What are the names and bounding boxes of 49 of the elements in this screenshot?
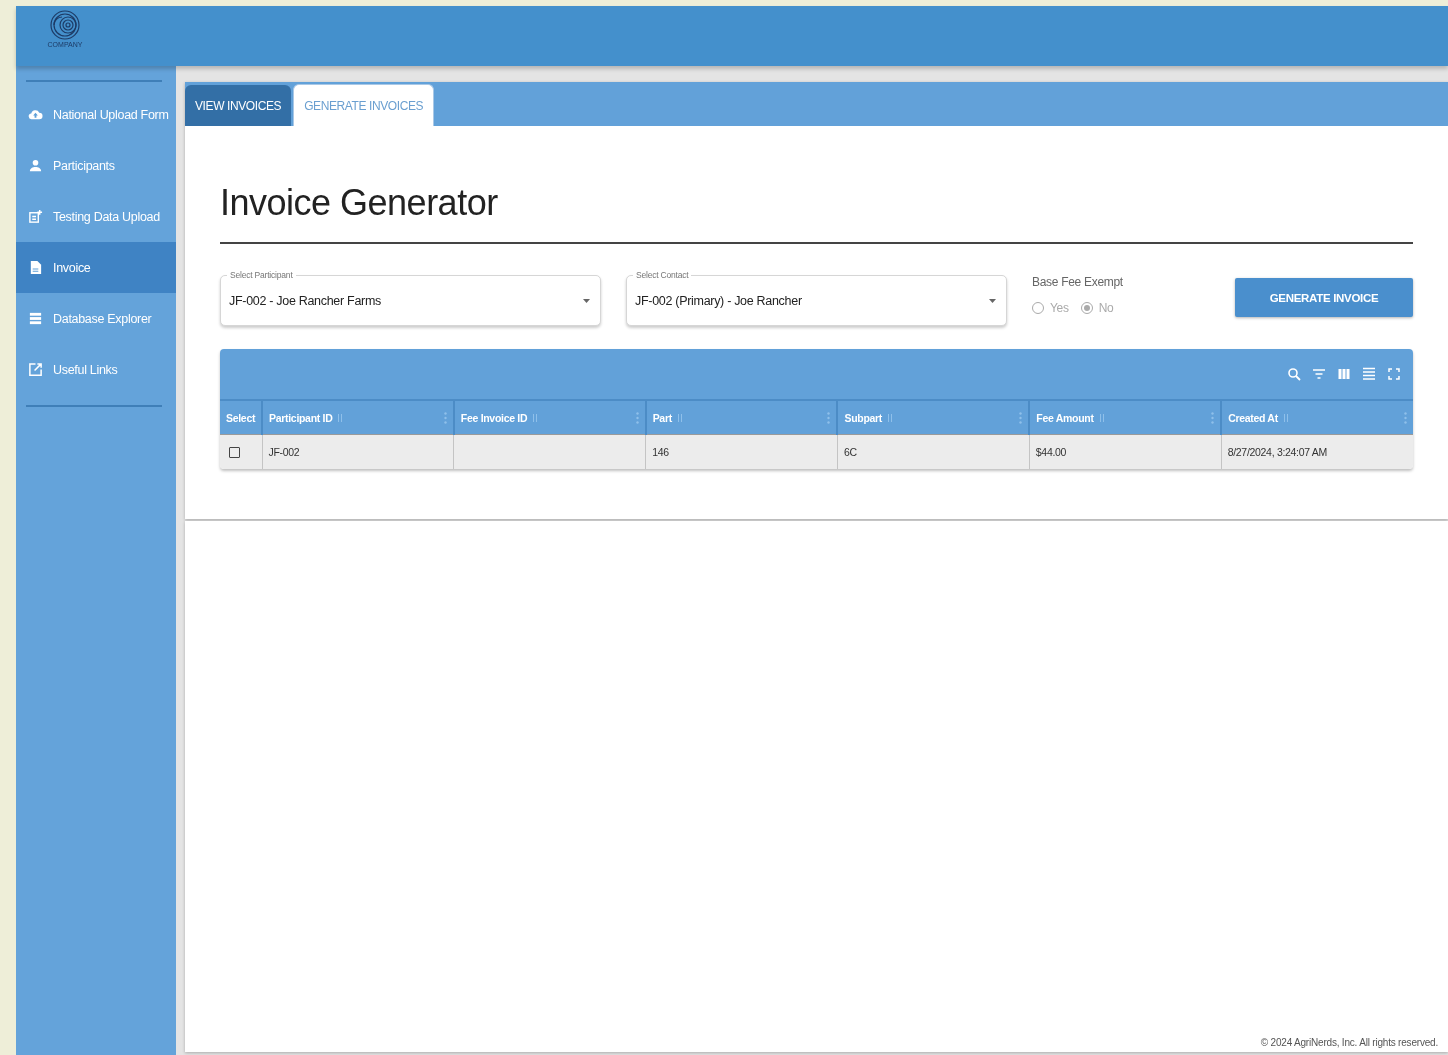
sort-icon[interactable]: [1098, 412, 1105, 423]
nav-icon: [28, 311, 43, 326]
logo-icon: [50, 10, 80, 40]
sort-icon[interactable]: [676, 412, 683, 423]
field-label: Base Fee Exempt: [1032, 275, 1124, 289]
sidebar-item[interactable]: Invoice: [16, 242, 176, 293]
radio-label: Yes: [1050, 301, 1069, 315]
caret-icon: [583, 298, 590, 303]
tab[interactable]: VIEW INVOICES: [185, 85, 292, 126]
sort-icon[interactable]: [337, 412, 344, 423]
nav-icon: [28, 260, 43, 275]
nav-icon: [28, 158, 43, 173]
tab[interactable]: GENERATE INVOICES: [293, 84, 435, 126]
sort-icon[interactable]: [1282, 412, 1289, 423]
search-icon[interactable]: [1287, 367, 1301, 381]
column-header[interactable]: Select: [220, 400, 262, 435]
page-title: Invoice Generator: [220, 182, 1413, 244]
sort-icon[interactable]: [532, 412, 539, 423]
field-label: Select Contact: [633, 270, 692, 280]
sidebar-item[interactable]: National Upload Form: [16, 89, 176, 140]
generate-invoice-button[interactable]: GENERATE INVOICE: [1235, 278, 1413, 317]
column-header[interactable]: Created At: [1228, 411, 1278, 424]
nav-icon: [28, 107, 43, 122]
column-header[interactable]: Subpart: [844, 411, 883, 424]
table-cell: 8/27/2024, 3:24:07 AM: [1221, 434, 1413, 469]
table-cell: 6C: [837, 434, 1030, 469]
filter-icon[interactable]: [1312, 367, 1326, 381]
caret-icon: [989, 298, 996, 303]
fullscreen-icon[interactable]: [1387, 367, 1401, 381]
sidebar-item[interactable]: Testing Data Upload: [16, 191, 176, 242]
column-header[interactable]: Fee Invoice ID: [460, 411, 528, 424]
field-label: Select Participant: [227, 270, 296, 280]
copyright-text: © 2024 AgriNerds, Inc. All rights reserved.: [1260, 1037, 1438, 1048]
sidebar-item[interactable]: Participants: [16, 140, 176, 191]
sidebar-item[interactable]: Useful Links: [16, 344, 176, 395]
row-checkbox[interactable]: [229, 446, 240, 458]
sort-icon[interactable]: [887, 412, 894, 423]
column-header[interactable]: Fee Amount: [1036, 411, 1094, 424]
density-icon[interactable]: [1362, 367, 1376, 381]
table-cell: JF-002: [262, 434, 454, 469]
nav-icon: [28, 209, 43, 224]
column-header[interactable]: Participant ID: [269, 411, 333, 424]
columns-icon[interactable]: [1337, 367, 1351, 381]
radio-label: No: [1098, 301, 1114, 315]
table-cell: $44.00: [1029, 434, 1222, 469]
sidebar-item[interactable]: Database Explorer: [16, 293, 176, 344]
table-cell: 146: [645, 434, 838, 469]
nav-icon: [28, 362, 43, 377]
column-header[interactable]: Part: [652, 411, 672, 424]
